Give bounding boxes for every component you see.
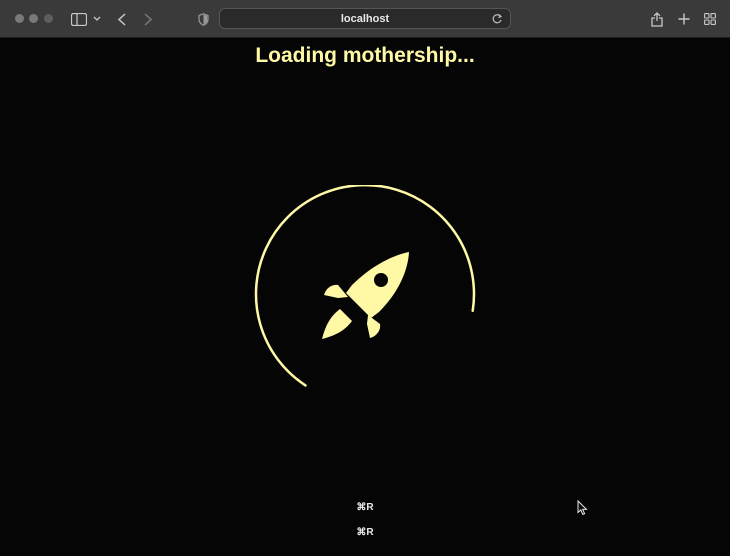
zoom-window-button[interactable] <box>44 14 53 23</box>
tab-overview-icon[interactable] <box>703 9 717 29</box>
forward-button-icon[interactable] <box>141 9 155 29</box>
new-tab-icon[interactable] <box>677 9 691 29</box>
url-text: localhost <box>340 12 390 25</box>
rocket-icon <box>322 252 409 339</box>
reload-shortcut-hint-1: ⌘R <box>356 502 374 513</box>
back-button-icon[interactable] <box>115 9 129 29</box>
reload-shortcut-hint-2: ⌘R <box>356 527 374 538</box>
mouse-cursor-icon <box>577 500 588 516</box>
rocket-window <box>374 273 388 287</box>
privacy-shield-icon[interactable] <box>196 9 210 29</box>
sidebar-toggle-icon[interactable] <box>70 9 88 29</box>
page-title: Loading mothership... <box>255 44 475 67</box>
chevron-down-icon[interactable] <box>92 9 102 29</box>
address-bar[interactable]: localhost <box>219 8 511 29</box>
minimize-window-button[interactable] <box>29 14 38 23</box>
browser-toolbar: localhost <box>0 0 730 38</box>
reload-icon[interactable] <box>490 12 504 26</box>
loading-spinner <box>254 185 476 387</box>
share-icon[interactable] <box>650 9 664 29</box>
close-window-button[interactable] <box>15 14 24 23</box>
